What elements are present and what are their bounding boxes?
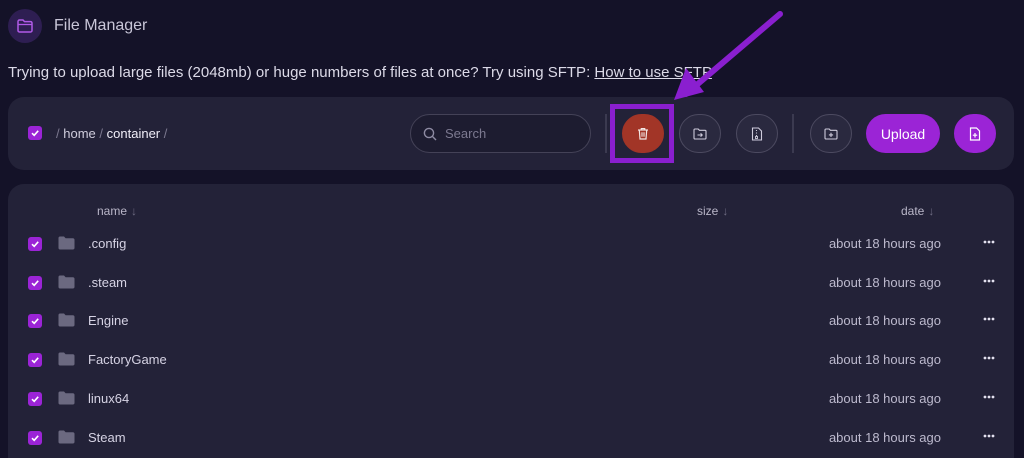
column-header-name[interactable]: name ↓ bbox=[97, 204, 137, 218]
ellipsis-icon bbox=[983, 279, 995, 283]
sort-arrow-icon: ↓ bbox=[928, 204, 935, 218]
breadcrumb: / home / container / bbox=[56, 126, 168, 141]
list-item[interactable]: FactoryGame about 18 hours ago bbox=[8, 341, 1014, 379]
file-manager-page: File Manager Trying to upload large file… bbox=[0, 0, 1024, 458]
search-input[interactable] bbox=[445, 126, 575, 141]
file-name[interactable]: Steam bbox=[88, 430, 126, 445]
archive-button[interactable] bbox=[736, 114, 778, 153]
folder-icon bbox=[58, 391, 75, 405]
ellipsis-icon bbox=[983, 434, 995, 437]
toolbar: / home / container / Search Upload bbox=[8, 97, 1014, 170]
move-button[interactable] bbox=[679, 114, 721, 153]
more-options-button[interactable] bbox=[979, 347, 999, 369]
sort-arrow-icon: ↓ bbox=[131, 204, 138, 218]
file-date: about 18 hours ago bbox=[828, 352, 941, 368]
sftp-notice: Trying to upload large files (2048mb) or… bbox=[8, 64, 712, 81]
file-name[interactable]: linux64 bbox=[88, 391, 129, 406]
folder-icon bbox=[58, 430, 75, 443]
row-checkbox[interactable] bbox=[28, 314, 42, 329]
ellipsis-icon bbox=[983, 240, 995, 244]
toolbar-divider bbox=[792, 114, 794, 153]
delete-highlight-box bbox=[610, 104, 674, 163]
file-archive-icon bbox=[751, 126, 763, 141]
more-options-button[interactable] bbox=[979, 425, 999, 447]
file-list: name ↓ size ↓ date ↓ .config about 18 hours… bbox=[8, 184, 1014, 458]
header: File Manager bbox=[8, 9, 147, 43]
folder-icon bbox=[58, 313, 75, 327]
list-item[interactable]: .config about 18 hours ago bbox=[8, 225, 1014, 263]
file-plus-icon bbox=[969, 126, 981, 141]
sort-arrow-icon: ↓ bbox=[722, 204, 729, 218]
folder-icon bbox=[58, 236, 75, 250]
row-checkbox[interactable] bbox=[28, 275, 42, 290]
row-checkbox[interactable] bbox=[28, 237, 42, 251]
row-checkbox[interactable] bbox=[28, 391, 42, 406]
file-name[interactable]: .steam bbox=[88, 275, 127, 290]
toolbar-divider bbox=[605, 114, 607, 153]
folder-icon bbox=[58, 275, 75, 289]
more-options-button[interactable] bbox=[979, 231, 999, 253]
file-date: about 18 hours ago bbox=[828, 313, 941, 329]
file-name[interactable]: .config bbox=[88, 236, 126, 251]
breadcrumb-home[interactable]: home bbox=[63, 126, 96, 141]
row-checkbox[interactable] bbox=[28, 353, 42, 368]
ellipsis-icon bbox=[983, 395, 995, 399]
column-header-date[interactable]: date ↓ bbox=[901, 204, 934, 218]
new-file-button[interactable] bbox=[954, 114, 996, 153]
upload-button[interactable]: Upload bbox=[866, 114, 940, 153]
breadcrumb-container[interactable]: container bbox=[107, 126, 160, 141]
list-item[interactable]: Steam about 18 hours ago bbox=[8, 419, 1014, 457]
ellipsis-icon bbox=[983, 356, 995, 360]
folder-plus-icon bbox=[824, 127, 838, 140]
notice-text: Trying to upload large files (2048mb) or… bbox=[8, 64, 595, 81]
file-name[interactable]: FactoryGame bbox=[88, 352, 167, 367]
select-all-checkbox[interactable] bbox=[28, 126, 42, 140]
file-date: about 18 hours ago bbox=[828, 429, 941, 445]
column-header-size[interactable]: size ↓ bbox=[697, 204, 728, 218]
new-folder-button[interactable] bbox=[810, 114, 852, 153]
file-name[interactable]: Engine bbox=[88, 313, 128, 328]
list-item[interactable]: .steam about 18 hours ago bbox=[8, 264, 1014, 302]
folder-icon bbox=[58, 352, 75, 366]
row-checkbox[interactable] bbox=[28, 430, 42, 445]
list-item[interactable]: Engine about 18 hours ago bbox=[8, 302, 1014, 340]
search-box[interactable] bbox=[410, 114, 591, 153]
annotation-arrow bbox=[674, 11, 783, 100]
file-date: about 18 hours ago bbox=[828, 236, 941, 251]
search-icon bbox=[423, 127, 437, 140]
more-options-button[interactable] bbox=[979, 386, 999, 408]
more-options-button[interactable] bbox=[979, 308, 999, 330]
page-title: File Manager bbox=[54, 17, 148, 34]
file-date: about 18 hours ago bbox=[828, 390, 941, 406]
list-item[interactable]: linux64 about 18 hours ago bbox=[8, 380, 1014, 418]
ellipsis-icon bbox=[983, 317, 995, 321]
more-options-button[interactable] bbox=[979, 270, 999, 292]
folder-move-icon bbox=[693, 127, 707, 140]
folder-icon bbox=[8, 9, 42, 43]
file-date: about 18 hours ago bbox=[828, 274, 941, 290]
